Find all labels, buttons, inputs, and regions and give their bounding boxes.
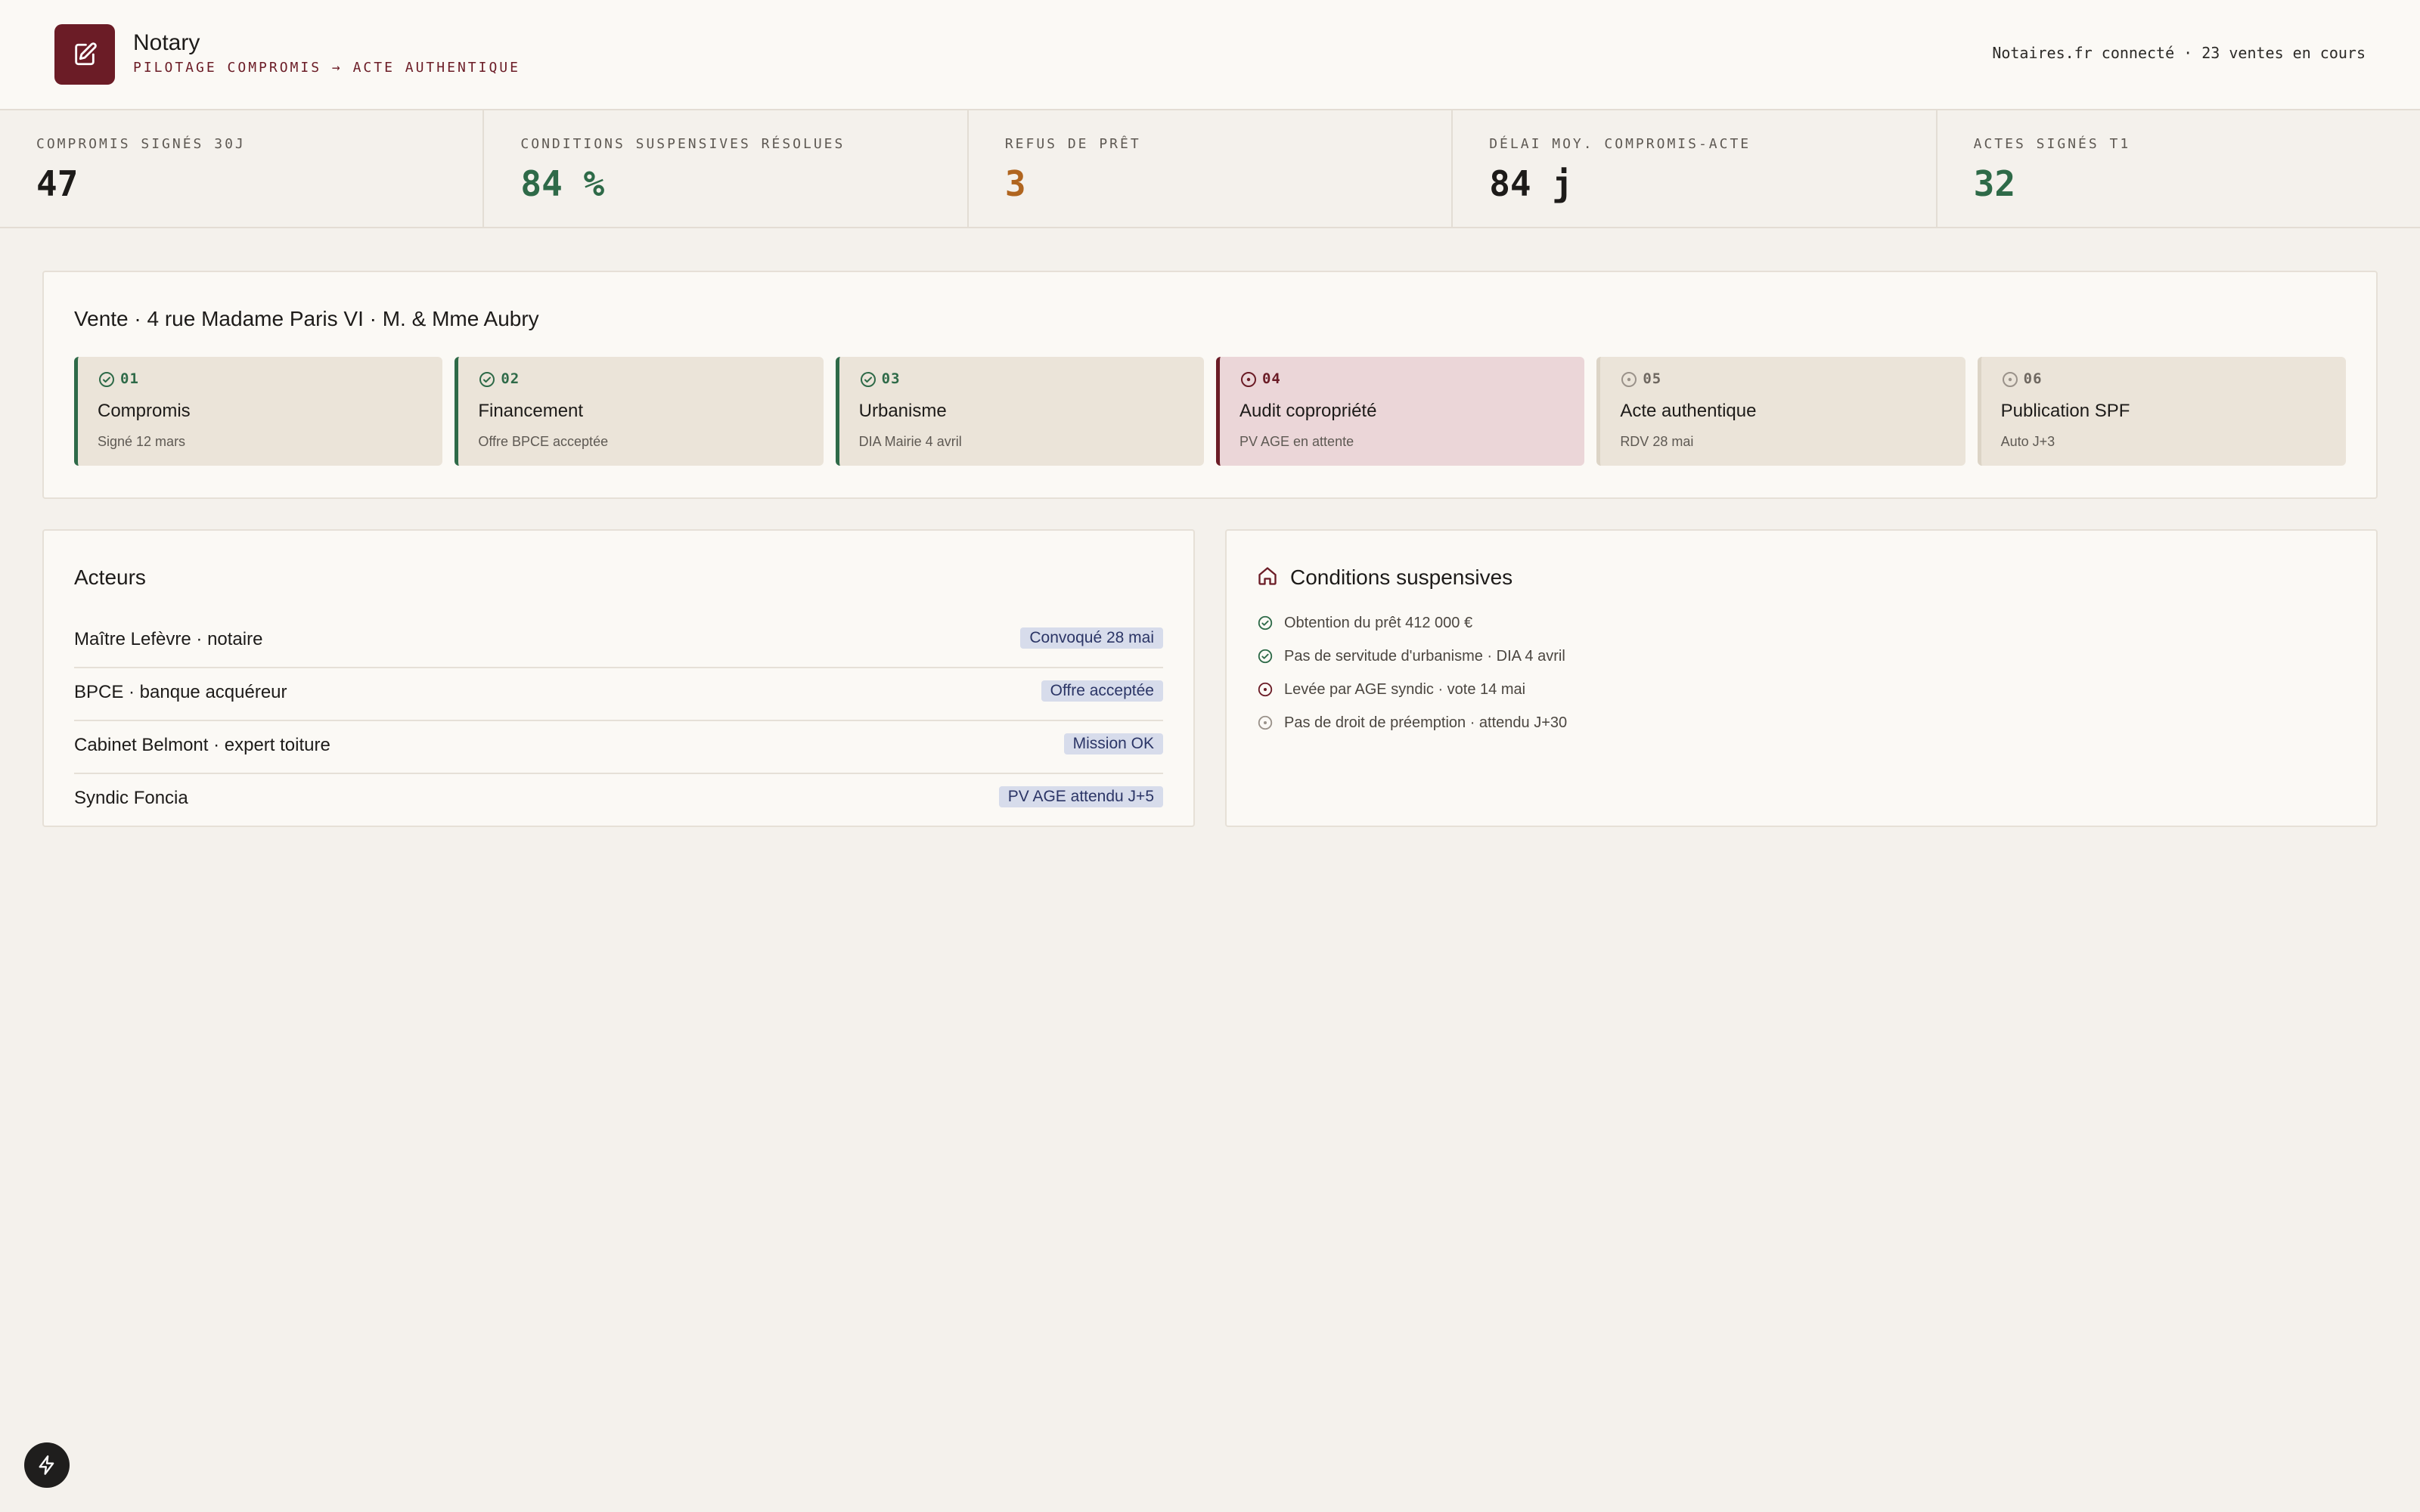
condition-text: Levée par AGE syndic · vote 14 mai — [1284, 680, 1526, 698]
kpi-compromis-signes: COMPROMIS SIGNÉS 30J 47 — [0, 110, 485, 227]
actor-row[interactable]: Cabinet Belmont · expert toiture Mission … — [74, 721, 1163, 774]
pipeline-steps: 01 Compromis Signé 12 mars 02 Financement Off… — [74, 357, 2346, 466]
pipeline-step-02[interactable]: 02 Financement Offre BPCE acceptée — [455, 357, 824, 466]
actors-title: Acteurs — [74, 565, 146, 589]
step-number: 05 — [1643, 370, 1662, 387]
kpi-value: 47 — [36, 163, 79, 204]
app-subtitle: PILOTAGE COMPROMIS → ACTE AUTHENTIQUE — [133, 60, 520, 76]
kpi-label: DÉLAI MOY. COMPROMIS-ACTE — [1489, 136, 1751, 152]
step-title: Audit copropriété — [1239, 401, 1377, 421]
pending-circle-icon — [1621, 372, 1637, 387]
condition-item: Obtention du prêt 412 000 € — [1257, 606, 1472, 640]
step-status-icon — [1239, 370, 1258, 389]
condition-item: Pas de droit de préemption · attendu J+3… — [1257, 706, 1567, 739]
pending-circle-icon — [2002, 372, 2018, 387]
pipeline-step-04[interactable]: 04 Audit copropriété PV AGE en attente — [1215, 357, 1585, 466]
kpi-bar: COMPROMIS SIGNÉS 30J 47 CONDITIONS SUSPE… — [0, 110, 2420, 228]
pending-circle-icon — [1240, 372, 1256, 387]
step-subtitle: Auto J+3 — [2000, 434, 2055, 449]
connection-status: Notaires.fr connecté · 23 ventes en cour… — [1992, 44, 2366, 62]
actor-status-badge: Mission OK — [1063, 733, 1163, 754]
kpi-conditions-resolues: CONDITIONS SUSPENSIVES RÉSOLUES 84 % — [484, 110, 969, 227]
kpi-value: 3 — [1004, 163, 1026, 204]
check-circle-icon — [860, 372, 876, 387]
actor-status-badge: Offre acceptée — [1041, 680, 1163, 702]
sale-title: Vente · 4 rue Madame Paris VI · M. & Mme… — [74, 307, 539, 330]
step-number: 04 — [1261, 370, 1281, 387]
pending-circle-icon — [1258, 715, 1273, 730]
check-circle-icon — [1258, 649, 1273, 664]
pending-circle-icon — [1258, 682, 1273, 697]
step-status-icon — [1620, 370, 1638, 389]
kpi-label: ACTES SIGNÉS T1 — [1973, 136, 2131, 152]
actor-row[interactable]: Maître Lefèvre · notaire Convoqué 28 mai — [74, 615, 1163, 668]
step-title: Compromis — [98, 401, 191, 421]
step-number: 06 — [2023, 370, 2043, 387]
step-title: Publication SPF — [2000, 401, 2130, 421]
kpi-actes-signes: ACTES SIGNÉS T1 32 — [1938, 110, 2420, 227]
app-title: Notary — [133, 30, 200, 55]
pipeline-step-03[interactable]: 03 Urbanisme DIA Mairie 4 avril — [835, 357, 1204, 466]
actor-status-badge: PV AGE attendu J+5 — [998, 786, 1163, 807]
app-header: Notary PILOTAGE COMPROMIS → ACTE AUTHENT… — [0, 0, 2420, 110]
step-subtitle: PV AGE en attente — [1239, 434, 1354, 449]
condition-item: Pas de servitude d'urbanisme · DIA 4 avr… — [1257, 640, 1565, 673]
step-subtitle: Offre BPCE acceptée — [478, 434, 609, 449]
kpi-label: COMPROMIS SIGNÉS 30J — [36, 136, 246, 152]
actor-name: BPCE · banque acquéreur — [74, 682, 287, 702]
pipeline-step-05[interactable]: 05 Acte authentique RDV 28 mai — [1596, 357, 1965, 466]
lightning-icon — [39, 1455, 54, 1475]
check-circle-icon — [1258, 615, 1273, 631]
actor-name: Cabinet Belmont · expert toiture — [74, 735, 330, 755]
sale-pipeline-panel: Vente · 4 rue Madame Paris VI · M. & Mme… — [42, 271, 2378, 499]
step-title: Financement — [478, 401, 584, 421]
step-status-icon — [2001, 370, 2019, 389]
check-circle-icon — [479, 372, 495, 387]
conditions-panel: Conditions suspensives Obtention du prêt… — [1225, 529, 2378, 827]
check-circle-icon — [99, 372, 114, 387]
actor-name: Maître Lefèvre · notaire — [74, 629, 263, 649]
step-status-icon — [98, 370, 116, 389]
actors-panel: Acteurs Maître Lefèvre · notaire Convoqué… — [42, 529, 1195, 827]
kpi-delai-moyen: DÉLAI MOY. COMPROMIS-ACTE 84 j — [1453, 110, 1938, 227]
home-icon — [1258, 567, 1277, 585]
kpi-label: CONDITIONS SUSPENSIVES RÉSOLUES — [520, 136, 845, 152]
condition-item: Levée par AGE syndic · vote 14 mai — [1257, 673, 1525, 706]
kpi-refus-pret: REFUS DE PRÊT 3 — [969, 110, 1454, 227]
actor-row[interactable]: Syndic Foncia PV AGE attendu J+5 — [74, 774, 1163, 827]
step-number: 03 — [881, 370, 901, 387]
edit-document-icon — [75, 42, 97, 66]
step-status-icon — [859, 370, 877, 389]
kpi-value: 84 % — [520, 163, 605, 204]
step-number: 02 — [501, 370, 520, 387]
kpi-value: 84 j — [1489, 163, 1573, 204]
actor-name: Syndic Foncia — [74, 788, 188, 808]
kpi-label: REFUS DE PRÊT — [1004, 136, 1141, 152]
condition-text: Pas de servitude d'urbanisme · DIA 4 avr… — [1284, 647, 1565, 665]
condition-text: Pas de droit de préemption · attendu J+3… — [1284, 714, 1568, 731]
quick-action-button[interactable] — [24, 1442, 70, 1488]
step-title: Urbanisme — [858, 401, 947, 421]
pipeline-step-06[interactable]: 06 Publication SPF Auto J+3 — [1977, 357, 2346, 466]
step-title: Acte authentique — [1620, 401, 1757, 421]
pipeline-step-01[interactable]: 01 Compromis Signé 12 mars — [74, 357, 443, 466]
step-subtitle: RDV 28 mai — [1620, 434, 1694, 449]
actor-row[interactable]: BPCE · banque acquéreur Offre acceptée — [74, 668, 1163, 721]
step-subtitle: DIA Mairie 4 avril — [858, 434, 962, 449]
step-status-icon — [478, 370, 496, 389]
app-logo[interactable] — [54, 24, 115, 85]
step-number: 01 — [120, 370, 139, 387]
step-subtitle: Signé 12 mars — [98, 434, 186, 449]
conditions-title: Conditions suspensives — [1290, 565, 1513, 589]
actor-status-badge: Convoqué 28 mai — [1020, 627, 1163, 649]
kpi-value: 32 — [1973, 163, 2016, 204]
condition-text: Obtention du prêt 412 000 € — [1284, 614, 1473, 631]
